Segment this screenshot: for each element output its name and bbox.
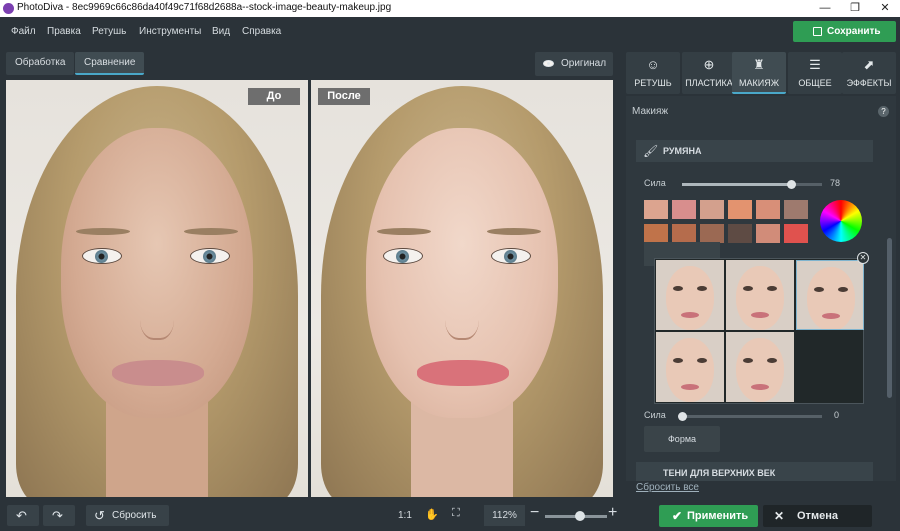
menu-tools[interactable]: Инструменты	[139, 26, 201, 37]
panel-scrollbar-thumb[interactable]	[887, 238, 892, 398]
window-title: PhotoDiva - 8ec9969c66c86da40f49c71f68d2…	[17, 2, 392, 13]
color-swatch[interactable]	[728, 200, 752, 219]
close-window-button[interactable]: ✕	[870, 0, 900, 17]
tools-panel: ☺ РЕТУШЬ ⊕ ПЛАСТИКА ♜ МАКИЯЖ ☰ ОБЩЕЕ ⬈ Э…	[624, 46, 900, 499]
strength2-slider-handle[interactable]	[678, 412, 687, 421]
tab-makeup[interactable]: ♜ МАКИЯЖ	[732, 52, 786, 94]
strength-label: Сила	[644, 178, 666, 188]
upper-eyeshadow-title: ТЕНИ ДЛЯ ВЕРХНИХ ВЕК	[663, 468, 776, 478]
pan-hand-icon[interactable]: ✋	[425, 508, 439, 521]
blush-shape-option[interactable]	[796, 260, 864, 330]
panel-title: Макияж	[632, 106, 669, 117]
cancel-button[interactable]: ✕ Отмена	[763, 505, 872, 527]
color-swatch[interactable]	[784, 200, 808, 219]
tab-plastic[interactable]: ⊕ ПЛАСТИКА	[682, 52, 736, 94]
strength2-slider[interactable]	[682, 415, 822, 418]
sliders-icon: ☰	[809, 57, 821, 72]
tab-processing[interactable]: Обработка	[6, 52, 75, 75]
color-swatch[interactable]	[700, 224, 724, 243]
blush-shape-option[interactable]	[656, 332, 724, 402]
color-swatch[interactable]	[700, 200, 724, 219]
reset-icon: ↺	[94, 508, 105, 523]
save-icon	[813, 27, 822, 36]
strength-value: 78	[830, 178, 841, 188]
color-swatch[interactable]	[672, 224, 696, 243]
menu-file[interactable]: Файл	[11, 26, 36, 37]
fit-screen-icon[interactable]: ⛶	[452, 507, 460, 520]
blush-shape-popup: ✕	[654, 252, 869, 404]
menu-help[interactable]: Справка	[242, 26, 281, 37]
zoom-slider-handle[interactable]	[574, 511, 585, 521]
color-swatch[interactable]	[672, 200, 696, 219]
color-swatch[interactable]	[644, 224, 668, 243]
tab-compare[interactable]: Сравнение	[75, 52, 145, 75]
color-wheel[interactable]	[820, 200, 862, 242]
plastic-icon: ⊕	[703, 57, 715, 72]
strength2-label: Сила	[644, 410, 666, 420]
apply-button-label: Применить	[687, 510, 749, 522]
title-bar: PhotoDiva - 8ec9969c66c86da40f49c71f68d2…	[0, 0, 900, 17]
strength2-value: 0	[834, 410, 840, 420]
retouch-icon: ☺	[646, 57, 660, 72]
after-photo: После	[311, 80, 613, 497]
brush-icon: 🖌	[643, 144, 659, 158]
blush-shape-option[interactable]	[726, 332, 794, 402]
menu-retouch[interactable]: Ретушь	[92, 26, 126, 37]
redo-icon: ↷	[52, 508, 63, 523]
actual-size-button[interactable]: 1:1	[398, 510, 412, 521]
color-swatch[interactable]	[728, 224, 752, 243]
tab-retouch[interactable]: ☺ РЕТУШЬ	[626, 52, 680, 94]
undo-icon: ↶	[16, 508, 27, 523]
color-swatch[interactable]	[644, 200, 668, 219]
after-label: После	[318, 88, 370, 105]
zoom-in-icon[interactable]: +	[608, 504, 617, 522]
color-swatch[interactable]	[784, 224, 808, 243]
save-button[interactable]: Сохранить	[793, 21, 896, 42]
redo-button[interactable]: ↷	[43, 505, 75, 526]
shape-button[interactable]: Форма	[644, 426, 720, 452]
maximize-button[interactable]: ❐	[840, 0, 870, 17]
apply-button[interactable]: ✔ Применить	[659, 505, 758, 527]
menu-edit[interactable]: Правка	[47, 26, 81, 37]
color-swatch[interactable]	[756, 224, 780, 243]
reset-button[interactable]: ↺ Сбросить	[86, 505, 169, 526]
blush-title: РУМЯНА	[663, 146, 702, 156]
blush-section-header[interactable]: 🖌 РУМЯНА	[636, 140, 873, 162]
makeup-icon: ♜	[753, 57, 765, 72]
original-button[interactable]: Оригинал	[535, 52, 613, 76]
menu-view[interactable]: Вид	[212, 26, 230, 37]
original-button-label: Оригинал	[561, 58, 607, 69]
blush-shape-option[interactable]	[656, 260, 724, 330]
makeup-panel: Макияж ? 🖌 РУМЯНА Сила 78 ✕ Сила 0 Форма…	[626, 96, 896, 481]
before-label: До	[248, 88, 300, 105]
app-logo-icon	[3, 3, 14, 14]
effects-icon: ⬈	[863, 57, 875, 72]
eye-icon	[543, 60, 554, 67]
undo-button[interactable]: ↶	[7, 505, 39, 526]
close-popup-icon[interactable]: ✕	[857, 252, 869, 264]
minimize-button[interactable]: —	[810, 0, 840, 17]
cancel-button-label: Отмена	[797, 510, 838, 522]
upper-eyeshadow-header[interactable]: ТЕНИ ДЛЯ ВЕРХНИХ ВЕК	[636, 462, 873, 481]
before-photo: До	[6, 80, 308, 497]
reset-all-link[interactable]: Сбросить все	[636, 482, 699, 493]
tab-general[interactable]: ☰ ОБЩЕЕ	[788, 52, 842, 94]
reset-button-label: Сбросить	[112, 510, 157, 521]
tab-effects[interactable]: ⬈ ЭФФЕКТЫ	[842, 52, 896, 94]
menu-bar: Файл Правка Ретушь Инструменты Вид Справ…	[0, 17, 900, 46]
cancel-icon: ✕	[774, 509, 785, 523]
zoom-value[interactable]: 112%	[484, 505, 525, 526]
save-button-label: Сохранить	[827, 26, 881, 37]
preview-area: Обработка Сравнение Оригинал До После	[0, 46, 620, 497]
strength-slider-handle[interactable]	[787, 180, 797, 189]
check-icon: ✔	[672, 509, 683, 523]
blush-shape-option[interactable]	[726, 260, 794, 330]
color-swatch[interactable]	[756, 200, 780, 219]
zoom-out-icon[interactable]: −	[530, 504, 539, 522]
